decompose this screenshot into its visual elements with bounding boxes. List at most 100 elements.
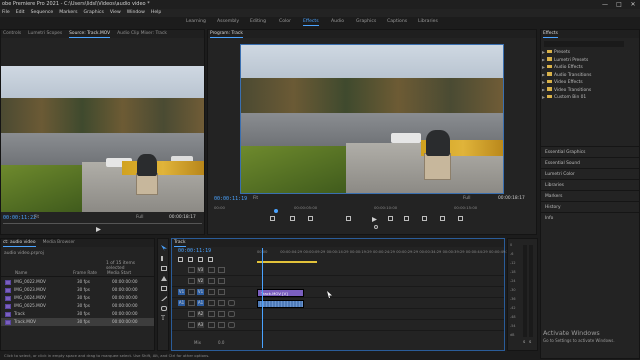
mute-icon[interactable] [208, 322, 215, 328]
go-to-out-icon[interactable] [404, 216, 409, 221]
step-forward-icon[interactable] [388, 216, 393, 221]
project-item-row[interactable]: Track.MOV 30 fps 00:00:00:00 [1, 318, 154, 326]
track-target-a3[interactable]: A3 [197, 322, 204, 328]
linked-selection-icon[interactable] [188, 257, 193, 262]
hand-tool-icon[interactable] [161, 306, 167, 311]
lock-track-icon[interactable] [188, 311, 195, 317]
maximize-button[interactable]: □ [612, 0, 626, 9]
microphone-icon[interactable] [228, 300, 235, 306]
solo-icon[interactable] [218, 300, 225, 306]
source-fit-dropdown[interactable]: Fit [34, 215, 39, 220]
expand-icon[interactable] [542, 66, 545, 69]
selection-tool-icon[interactable] [161, 245, 167, 251]
header-frame-rate[interactable]: Frame Rate [73, 269, 97, 277]
header-name[interactable]: Name [15, 269, 27, 277]
mark-in-icon[interactable] [270, 216, 275, 221]
eye-icon[interactable] [218, 278, 225, 284]
tab-media-browser[interactable]: Media Browser [43, 239, 75, 247]
program-quality-dropdown[interactable]: Full [463, 196, 471, 201]
workspace-audio[interactable]: Audio [331, 17, 344, 26]
lock-track-icon[interactable] [188, 267, 195, 273]
source-patch-v1[interactable]: V1 [178, 289, 185, 295]
export-frame-icon[interactable] [458, 216, 463, 221]
source-scrub-bar[interactable] [3, 223, 202, 224]
microphone-icon[interactable] [228, 322, 235, 328]
timeline-ruler[interactable]: 00:0000:00:04:2900:00:09:2900:00:14:2900… [257, 250, 511, 260]
eye-icon[interactable] [218, 267, 225, 273]
menu-help[interactable]: Help [151, 9, 161, 17]
expand-icon[interactable] [542, 96, 545, 99]
audio-clip[interactable] [257, 300, 304, 308]
section-essential-sound[interactable]: Essential Sound [541, 157, 639, 168]
program-play-icon[interactable] [372, 217, 377, 222]
pen-tool-icon[interactable] [161, 296, 167, 301]
section-lumetri-color[interactable]: Lumetri Color [541, 168, 639, 179]
project-item-row[interactable]: IMG_0023.MOV 30 fps 00:00:00:00 [1, 286, 154, 294]
menu-markers[interactable]: Markers [59, 9, 77, 17]
section-libraries[interactable]: Libraries [541, 179, 639, 190]
menu-view[interactable]: View [110, 9, 121, 17]
sync-lock-icon[interactable] [208, 278, 215, 284]
source-play-icon[interactable] [96, 227, 101, 232]
program-ruler[interactable]: 00:00 00:00:05:00 00:00:10:00 00:00:15:0… [214, 205, 530, 211]
workspace-graphics[interactable]: Graphics [356, 17, 376, 26]
snap-icon[interactable] [178, 257, 183, 262]
track-select-tool-icon[interactable] [161, 256, 167, 261]
source-patch-a1[interactable]: A1 [178, 300, 185, 306]
solo-left-button[interactable]: S [523, 340, 525, 344]
project-item-row[interactable]: IMG_0025.MOV 30 fps 00:00:00:00 [1, 302, 154, 310]
tab-project[interactable]: ct: audio video [3, 239, 36, 247]
razor-tool-icon[interactable] [161, 276, 167, 281]
camera-icon[interactable] [374, 225, 378, 229]
section-essential-graphics[interactable]: Essential Graphics [541, 146, 639, 157]
workspace-color[interactable]: Color [279, 17, 291, 26]
track-a3[interactable]: A3 [172, 321, 504, 331]
work-area-bar[interactable] [257, 261, 317, 263]
header-media-start[interactable]: Media Start [107, 269, 131, 277]
effects-item[interactable]: Audio Transitions [541, 72, 639, 80]
expand-icon[interactable] [542, 88, 545, 92]
tab-lumetri-scopes[interactable]: Lumetri Scopes [28, 30, 62, 38]
extract-icon[interactable] [440, 216, 445, 221]
program-playhead[interactable] [274, 209, 278, 213]
lock-track-icon[interactable] [188, 322, 195, 328]
track-v1[interactable]: V1 V1 [172, 288, 504, 298]
menu-file[interactable]: File [2, 9, 10, 17]
track-target-a1[interactable]: A1 [197, 300, 204, 306]
project-item-row[interactable]: IMG_0022.MOV 30 fps 00:00:00:00 [1, 278, 154, 286]
solo-icon[interactable] [218, 322, 225, 328]
step-back-icon[interactable] [346, 216, 351, 221]
source-video-frame[interactable] [1, 66, 204, 212]
project-item-row[interactable]: Track 30 fps 00:00:00:00 [1, 310, 154, 318]
lock-track-icon[interactable] [188, 278, 195, 284]
effects-item[interactable]: Presets [541, 49, 639, 57]
tab-source[interactable]: Source: Track.MOV [69, 30, 111, 38]
workspace-captions[interactable]: Captions [387, 17, 407, 26]
mix-value[interactable]: 0.0 [218, 338, 224, 347]
effects-item[interactable]: Custom Bin 01 [541, 94, 639, 102]
track-target-v1[interactable]: V1 [197, 289, 204, 295]
effects-item[interactable]: Audio Effects [541, 64, 639, 72]
lift-icon[interactable] [422, 216, 427, 221]
tab-effects[interactable]: Effects [543, 30, 558, 38]
effects-search-input[interactable] [544, 41, 624, 47]
solo-icon[interactable] [218, 311, 225, 317]
slip-tool-icon[interactable] [161, 286, 167, 291]
project-item-row[interactable]: IMG_0024.MOV 30 fps 00:00:00:00 [1, 294, 154, 302]
program-video-frame[interactable] [240, 44, 504, 194]
tab-effect-controls[interactable]: Controls [3, 30, 21, 38]
eye-icon[interactable] [218, 289, 225, 295]
mute-icon[interactable] [208, 300, 215, 306]
timeline-settings-icon[interactable] [208, 257, 213, 262]
microphone-icon[interactable] [228, 311, 235, 317]
track-a1[interactable]: A1 A1 [172, 299, 504, 309]
track-a2[interactable]: A2 [172, 310, 504, 320]
workspace-libraries[interactable]: Libraries [418, 17, 438, 26]
tab-program[interactable]: Program: Track [210, 30, 243, 38]
menu-graphics[interactable]: Graphics [84, 9, 104, 17]
menu-window[interactable]: Window [127, 9, 145, 17]
ripple-edit-tool-icon[interactable] [161, 266, 167, 271]
video-clip[interactable]: Track.MOV [V] [257, 289, 304, 297]
menu-sequence[interactable]: Sequence [31, 9, 54, 17]
add-marker-icon[interactable] [198, 257, 203, 262]
